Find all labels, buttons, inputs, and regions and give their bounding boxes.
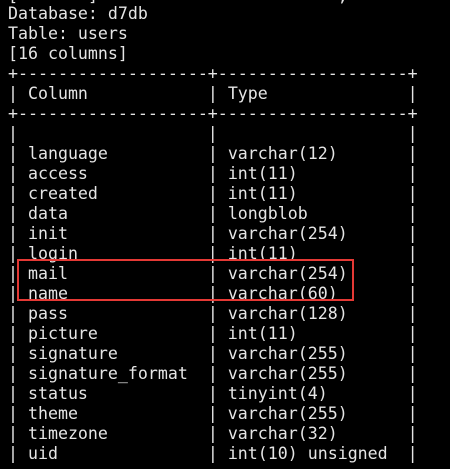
column-name-cell: access bbox=[27, 164, 88, 183]
table-row: | name | varchar(60) | bbox=[8, 284, 418, 303]
column-header: Column bbox=[27, 84, 88, 103]
column-type-cell: varchar(254) bbox=[227, 224, 348, 243]
table-row: | login | int(11) | bbox=[8, 244, 418, 263]
column-type-cell: int(11) bbox=[227, 164, 298, 183]
column-name-cell: init bbox=[27, 224, 68, 243]
column-name-cell: timezone bbox=[27, 424, 108, 443]
column-type-cell: int(11) bbox=[227, 244, 298, 263]
table-row: | created | int(11) | bbox=[8, 184, 418, 203]
table-row: | picture | int(11) | bbox=[8, 324, 418, 343]
table-row: | timezone | varchar(32) | bbox=[8, 424, 418, 443]
column-type-cell: varchar(255) bbox=[227, 404, 348, 423]
column-name-cell: data bbox=[27, 204, 68, 223]
table-row: | uid | int(10) unsigned | bbox=[8, 444, 418, 463]
column-name-cell: created bbox=[27, 184, 98, 203]
table-row: | pass | varchar(128) | bbox=[8, 304, 418, 323]
table-body: | language | varchar(12) | | access | int… bbox=[8, 144, 418, 464]
column-type-cell: int(11) bbox=[227, 184, 298, 203]
table-row: | access | int(11) | bbox=[8, 164, 418, 183]
table-row: | language | varchar(12) | bbox=[8, 144, 418, 163]
column-name-cell: status bbox=[27, 384, 88, 403]
table-row: | signature_format | varchar(255) | bbox=[8, 364, 418, 383]
column-type-cell: tinyint(4) bbox=[227, 384, 328, 403]
column-name-cell: picture bbox=[27, 324, 98, 343]
column-name-cell: theme bbox=[27, 404, 78, 423]
table-row: | mail | varchar(254) | bbox=[8, 264, 418, 283]
column-type-cell: varchar(12) bbox=[227, 144, 338, 163]
column-type-cell: int(10) unsigned bbox=[227, 444, 388, 463]
table-blank-row: | | | bbox=[8, 124, 418, 143]
type-header: Type bbox=[227, 84, 268, 103]
column-name-cell: signature bbox=[27, 344, 118, 363]
column-type-cell: varchar(60) bbox=[227, 284, 338, 303]
column-name-cell: pass bbox=[27, 304, 68, 323]
table-row: | theme | varchar(255) | bbox=[8, 404, 418, 423]
column-type-cell: int(11) bbox=[227, 324, 298, 343]
terminal-window[interactable]: [ ] , ~ Database: d7dbTable: users[16 co… bbox=[0, 0, 450, 469]
table-row: | data | longblob | bbox=[8, 204, 418, 223]
column-name-cell: login bbox=[27, 244, 78, 263]
database-line: Database: d7db bbox=[8, 4, 148, 23]
column-type-cell: varchar(32) bbox=[227, 424, 338, 443]
table-row: | signature | varchar(255) | bbox=[8, 344, 418, 363]
table-header-row: | Column | Type | bbox=[8, 84, 418, 103]
table-row: | init | varchar(254) | bbox=[8, 224, 418, 243]
table-border-top: +-------------------+-------------------… bbox=[8, 64, 418, 83]
column-type-cell: varchar(254) bbox=[227, 264, 348, 283]
column-type-cell: varchar(128) bbox=[227, 304, 348, 323]
column-type-cell: longblob bbox=[227, 204, 308, 223]
columns-count-line: [16 columns] bbox=[8, 44, 128, 63]
table-name-line: Table: users bbox=[8, 24, 128, 43]
table-border-bottom: +-------------------+-------------------… bbox=[8, 464, 418, 469]
column-name-cell: signature_format bbox=[27, 364, 188, 383]
table-header-separator: +-------------------+-------------------… bbox=[8, 104, 418, 123]
table-row: | status | tinyint(4) | bbox=[8, 384, 418, 403]
column-name-cell: uid bbox=[27, 444, 58, 463]
terminal-output: Database: d7db Table: users [16 columns] +-… bbox=[8, 4, 418, 469]
column-name-cell: name bbox=[27, 284, 68, 303]
column-type-cell: varchar(255) bbox=[227, 364, 348, 383]
column-name-cell: mail bbox=[27, 264, 68, 283]
column-type-cell: varchar(255) bbox=[227, 344, 348, 363]
column-name-cell: language bbox=[27, 144, 108, 163]
